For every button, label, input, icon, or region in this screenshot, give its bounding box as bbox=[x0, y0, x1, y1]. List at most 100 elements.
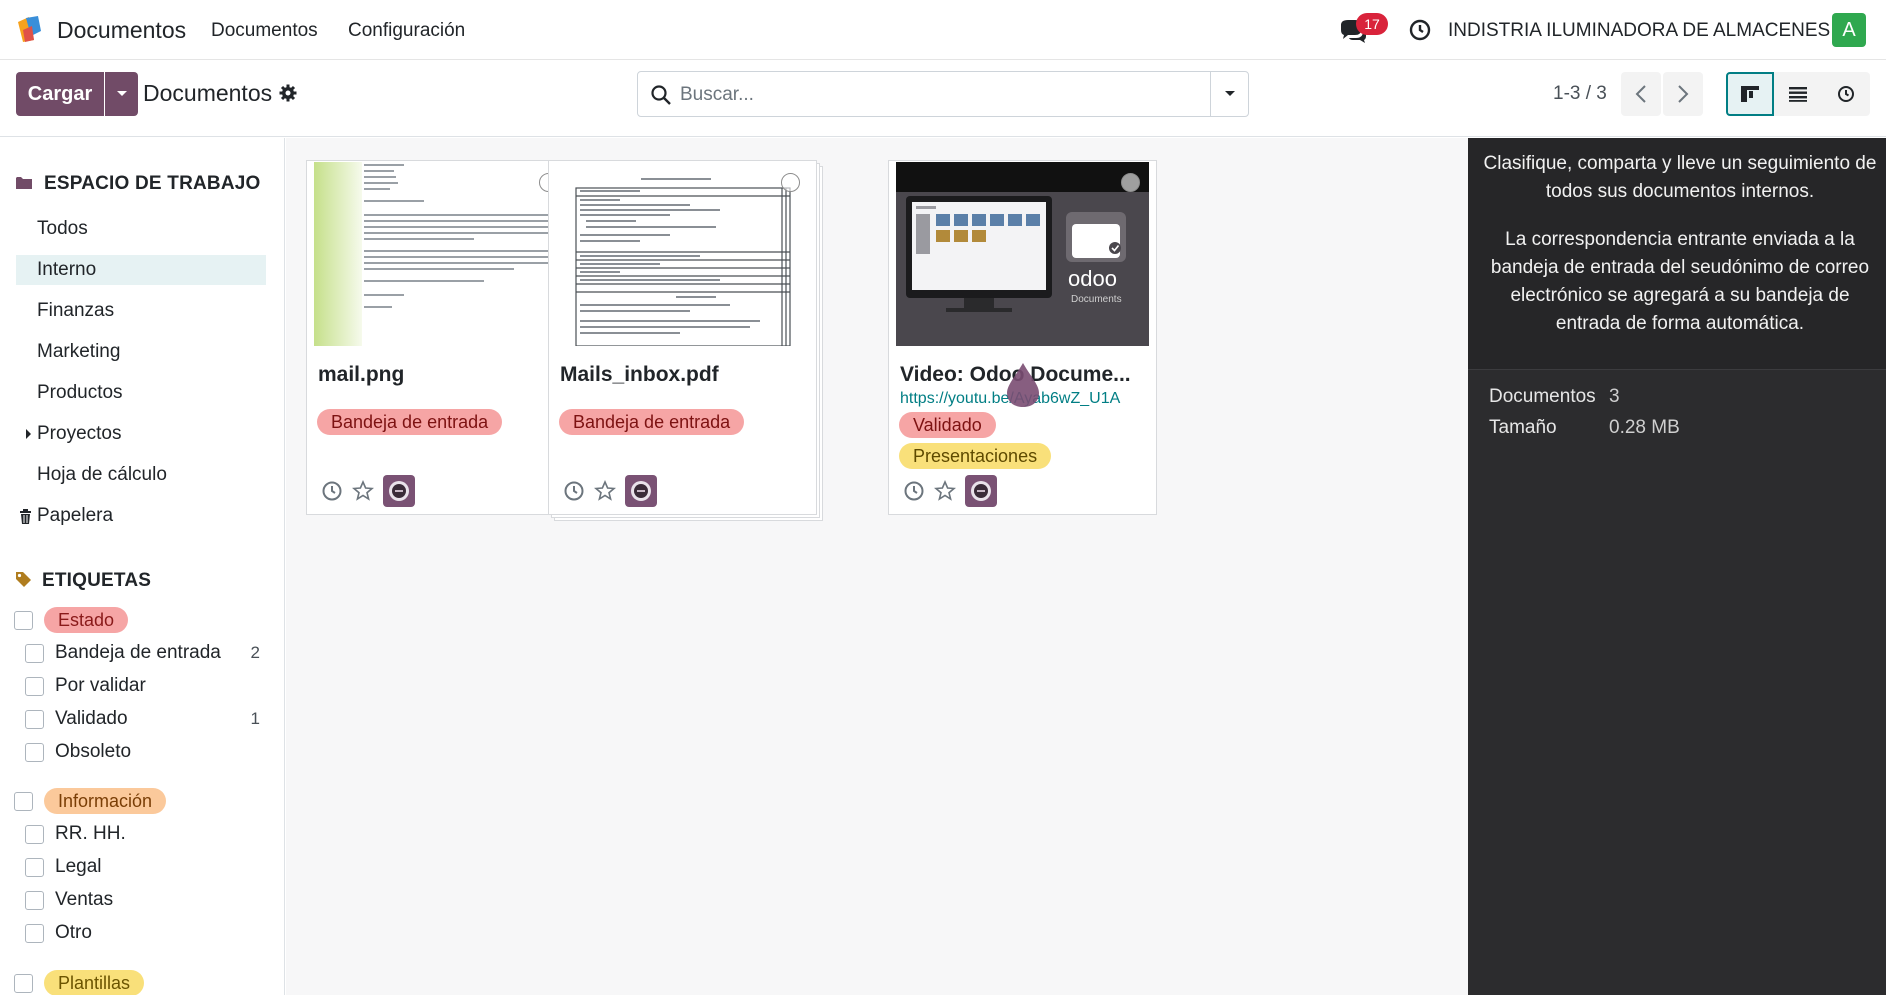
tag-item-bandeja-de-entrada[interactable]: Bandeja de entrada 2 bbox=[25, 640, 260, 666]
tag-item-legal[interactable]: Legal bbox=[25, 854, 260, 880]
tag-checkbox[interactable] bbox=[25, 643, 44, 663]
workspace-inbox-text: La correspondencia entrante enviada a la… bbox=[1490, 229, 1870, 334]
sidebar-item-label: Productos bbox=[37, 382, 123, 403]
caret-right-icon[interactable] bbox=[25, 428, 32, 440]
owner-avatar[interactable] bbox=[383, 475, 415, 507]
sidebar-item-marketing[interactable]: Marketing bbox=[16, 337, 266, 367]
caret-down-icon bbox=[1224, 91, 1235, 96]
document-card[interactable]: Mails_inbox.pdf Bandeja de entrada bbox=[548, 160, 817, 515]
document-tag: Presentaciones bbox=[899, 443, 1052, 469]
bot-avatar-icon bbox=[389, 481, 409, 501]
page-title: Documentos bbox=[143, 80, 273, 106]
sidebar-item-proyectos[interactable]: Proyectos bbox=[16, 419, 266, 449]
stat-value: 0.28 MB bbox=[1609, 417, 1680, 438]
upload-button[interactable]: Cargar bbox=[16, 72, 104, 116]
tag-item-obsoleto[interactable]: Obsoleto bbox=[25, 739, 260, 765]
tag-item-rrhh[interactable]: RR. HH. bbox=[25, 821, 260, 847]
tag-checkbox[interactable] bbox=[25, 824, 44, 844]
sidebar-item-hoja-de-calculo[interactable]: Hoja de cálculo bbox=[16, 460, 266, 490]
document-tag: Validado bbox=[899, 412, 996, 438]
tags-section-title: ETIQUETAS bbox=[42, 570, 152, 591]
app-name[interactable]: Documentos bbox=[57, 17, 186, 44]
tag-checkbox[interactable] bbox=[25, 742, 44, 762]
card-footer bbox=[563, 475, 657, 507]
stat-label: Tamaño bbox=[1489, 417, 1557, 438]
stat-value: 3 bbox=[1609, 386, 1620, 407]
bot-avatar-icon bbox=[971, 481, 991, 501]
tag-group-checkbox[interactable] bbox=[14, 610, 33, 630]
documents-app-icon[interactable] bbox=[14, 14, 44, 44]
card-footer bbox=[321, 475, 415, 507]
tag-checkbox[interactable] bbox=[25, 923, 44, 943]
activity-view-button[interactable] bbox=[1822, 72, 1870, 116]
select-circle[interactable] bbox=[1121, 173, 1140, 192]
activity-clock-icon[interactable] bbox=[563, 480, 585, 502]
star-icon[interactable] bbox=[594, 480, 616, 502]
sidebar-item-papelera[interactable]: Papelera bbox=[16, 501, 266, 531]
owner-avatar[interactable] bbox=[625, 475, 657, 507]
company-switcher[interactable]: INDISTRIA ILUMINADORA DE ALMACENES bbox=[1448, 20, 1830, 42]
menu-configuracion[interactable]: Configuración bbox=[348, 20, 465, 42]
gear-icon[interactable] bbox=[279, 84, 297, 102]
tag-group-checkbox[interactable] bbox=[14, 973, 33, 993]
tag-checkbox[interactable] bbox=[25, 857, 44, 877]
activity-clock-icon[interactable] bbox=[1408, 18, 1432, 42]
upload-dropdown-toggle[interactable] bbox=[105, 72, 138, 116]
document-card[interactable]: odoo Documents Video: Odoo Docume... htt… bbox=[888, 160, 1157, 515]
kanban-view-button[interactable] bbox=[1726, 72, 1774, 116]
workspace-description: Clasifique, comparta y lleve un seguimie… bbox=[1468, 138, 1886, 370]
tag-group-plantillas[interactable]: Plantillas bbox=[14, 970, 145, 995]
chevron-right-icon bbox=[1678, 85, 1689, 103]
select-circle[interactable] bbox=[781, 173, 800, 192]
tag-item-otro[interactable]: Otro bbox=[25, 920, 260, 946]
tag-group-informacion[interactable]: Información bbox=[14, 788, 167, 814]
activity-clock-icon[interactable] bbox=[903, 480, 925, 502]
pager-value[interactable]: 1-3 / 3 bbox=[1553, 83, 1607, 105]
document-thumbnail[interactable]: odoo Documents bbox=[896, 162, 1149, 346]
tag-checkbox[interactable] bbox=[25, 676, 44, 696]
sidebar-item-interno[interactable]: Interno bbox=[16, 255, 266, 285]
document-tag: Bandeja de entrada bbox=[317, 409, 503, 435]
sidebar-item-label: Papelera bbox=[37, 505, 114, 526]
document-thumbnail[interactable] bbox=[556, 162, 809, 346]
menu-documentos[interactable]: Documentos bbox=[211, 20, 318, 42]
tag-group-pill: Plantillas bbox=[44, 970, 145, 995]
tag-group-estado[interactable]: Estado bbox=[14, 607, 129, 633]
tag-item-ventas[interactable]: Ventas bbox=[25, 887, 260, 913]
tag-group-pill: Estado bbox=[44, 607, 129, 633]
document-name[interactable]: mail.png bbox=[318, 363, 404, 387]
search-options-toggle[interactable] bbox=[1210, 72, 1248, 116]
document-tag: Bandeja de entrada bbox=[559, 409, 745, 435]
sidebar-item-label: Finanzas bbox=[37, 300, 115, 321]
trash-icon bbox=[20, 509, 31, 524]
user-avatar[interactable]: A bbox=[1832, 13, 1866, 47]
search-bar bbox=[637, 71, 1249, 117]
pager-previous-button[interactable] bbox=[1621, 72, 1661, 116]
document-card[interactable]: mail.png Bandeja de entrada bbox=[306, 160, 575, 515]
tag-item-validado[interactable]: Validado 1 bbox=[25, 706, 260, 732]
document-name[interactable]: Mails_inbox.pdf bbox=[560, 363, 719, 387]
tag-checkbox[interactable] bbox=[25, 709, 44, 729]
bot-avatar-icon bbox=[631, 481, 651, 501]
kanban-icon bbox=[1741, 86, 1759, 102]
tag-group-checkbox[interactable] bbox=[14, 791, 33, 811]
sidebar-item-productos[interactable]: Productos bbox=[16, 378, 266, 408]
owner-avatar[interactable] bbox=[965, 475, 997, 507]
tag-label: Validado bbox=[55, 708, 128, 729]
tag-item-por-validar[interactable]: Por validar bbox=[25, 673, 260, 699]
sidebar-item-finanzas[interactable]: Finanzas bbox=[16, 296, 266, 326]
pager-next-button[interactable] bbox=[1663, 72, 1703, 116]
star-icon[interactable] bbox=[352, 480, 374, 502]
activity-clock-icon[interactable] bbox=[321, 480, 343, 502]
sidebar-item-todos[interactable]: Todos bbox=[16, 214, 266, 244]
document-thumbnail[interactable] bbox=[314, 162, 567, 346]
search-icon bbox=[651, 85, 671, 105]
tag-checkbox[interactable] bbox=[25, 890, 44, 910]
star-icon[interactable] bbox=[934, 480, 956, 502]
sidebar-item-label: Proyectos bbox=[37, 423, 122, 444]
search-input[interactable] bbox=[680, 80, 1180, 110]
tag-label: Legal bbox=[55, 856, 102, 877]
tag-count: 1 bbox=[250, 709, 260, 728]
list-view-button[interactable] bbox=[1774, 72, 1822, 116]
video-preview-image: odoo Documents bbox=[896, 162, 1149, 346]
